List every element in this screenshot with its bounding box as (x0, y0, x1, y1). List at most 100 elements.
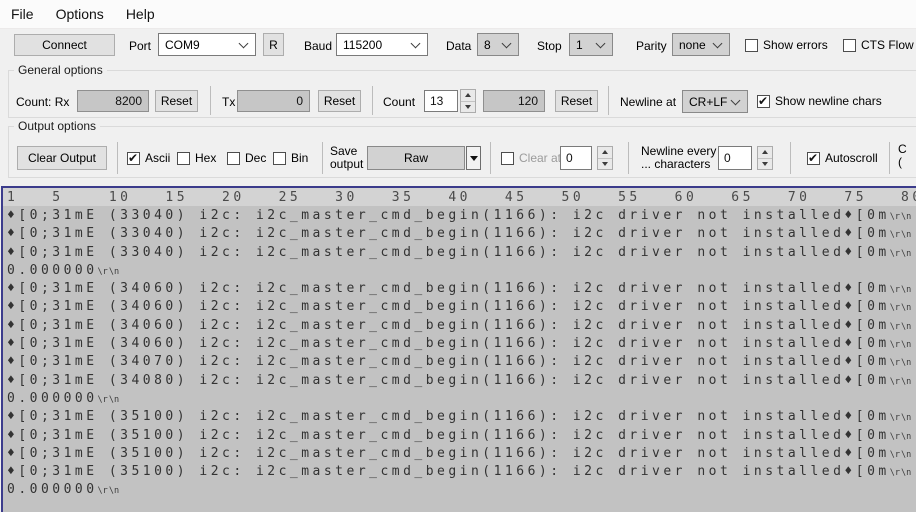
terminal-line: ♦[0;31mE (35100) i2c: i2c_master_cmd_beg… (7, 408, 916, 426)
tx-count-field: 0 (237, 90, 310, 112)
save-output-select[interactable]: Raw (367, 146, 465, 170)
data-bits-value: 8 (484, 38, 491, 52)
control-char-glyph: \r (890, 409, 901, 427)
received-data-terminal[interactable]: 1 5 10 15 20 25 30 35 40 45 50 55 60 65 … (1, 186, 916, 512)
separator (322, 142, 323, 174)
chevron-down-icon (596, 38, 606, 48)
control-char-glyph: \n (901, 299, 912, 317)
terminal-line: ♦[0;31mE (33040) i2c: i2c_master_cmd_beg… (7, 244, 916, 262)
separator (889, 142, 890, 174)
tx-reset-button[interactable]: Reset (318, 90, 361, 112)
clear-at-checkbox[interactable]: Clear at (501, 151, 561, 165)
control-char-glyph: \n (901, 354, 912, 372)
terminal-line: 0.000000\r\n (7, 481, 916, 499)
control-char-glyph: \n (901, 373, 912, 391)
checkbox-box (843, 39, 856, 52)
count-reset-button[interactable]: Reset (555, 90, 598, 112)
port-value: COM9 (165, 38, 200, 52)
parity-value: none (679, 38, 706, 52)
menu-help[interactable]: Help (115, 2, 166, 26)
baud-value: 115200 (343, 38, 382, 52)
control-char-glyph: \r (890, 446, 901, 464)
terminal-line: ♦[0;31mE (34060) i2c: i2c_master_cmd_beg… (7, 335, 916, 353)
spin-down-icon[interactable] (598, 159, 612, 170)
separator (117, 142, 118, 174)
show-errors-label: Show errors (763, 38, 828, 52)
control-char-glyph: \n (901, 409, 912, 427)
tx-label: Tx (222, 95, 235, 109)
control-char-glyph: \r (98, 391, 109, 409)
clear-at-spinner[interactable] (597, 146, 613, 170)
terminal-line: ♦[0;31mE (34070) i2c: i2c_master_cmd_beg… (7, 353, 916, 371)
autoscroll-checkbox[interactable]: Autoscroll (807, 151, 878, 165)
control-char-glyph: \n (901, 208, 912, 226)
data-bits-select[interactable]: 8 (477, 33, 519, 56)
control-char-glyph: \r (890, 428, 901, 446)
clear-at-input[interactable]: 0 (560, 146, 592, 170)
control-char-glyph: \n (901, 464, 912, 482)
control-char-glyph: \r (890, 336, 901, 354)
baud-label: Baud (304, 39, 332, 53)
show-newline-chars-label: Show newline chars (775, 94, 882, 108)
control-char-glyph: \r (98, 482, 109, 500)
separator (608, 86, 609, 115)
spin-up-icon[interactable] (758, 147, 772, 159)
general-options-title: General options (14, 63, 107, 77)
rx-count-field: 8200 (77, 90, 149, 112)
port-label: Port (129, 39, 151, 53)
control-char-glyph: \n (901, 281, 912, 299)
terminal-line: ♦[0;31mE (35100) i2c: i2c_master_cmd_beg… (7, 463, 916, 481)
bin-label: Bin (291, 151, 308, 165)
menu-options[interactable]: Options (45, 2, 115, 26)
newline-at-select[interactable]: CR+LF (682, 90, 748, 113)
ascii-checkbox[interactable]: Ascii (127, 151, 170, 165)
checkbox-box (745, 39, 758, 52)
checkbox-box (807, 152, 820, 165)
stop-bits-select[interactable]: 1 (569, 33, 613, 56)
bin-checkbox[interactable]: Bin (273, 151, 308, 165)
terminal-line: ♦[0;31mE (35100) i2c: i2c_master_cmd_beg… (7, 427, 916, 445)
menu-file[interactable]: File (0, 2, 45, 26)
output-options-title: Output options (14, 119, 100, 133)
control-char-glyph: \n (901, 446, 912, 464)
hex-label: Hex (195, 151, 216, 165)
save-output-label-line1: Save (330, 144, 357, 158)
terminal-lines: ♦[0;31mE (33040) i2c: i2c_master_cmd_beg… (3, 206, 916, 500)
dec-label: Dec (245, 151, 266, 165)
save-output-dropdown-button[interactable] (466, 146, 481, 170)
control-char-glyph: \n (901, 226, 912, 244)
clear-output-button[interactable]: Clear Output (17, 146, 107, 170)
baud-select[interactable]: 115200 (336, 33, 428, 56)
hex-checkbox[interactable]: Hex (177, 151, 216, 165)
spin-up-icon[interactable] (598, 147, 612, 159)
control-char-glyph: \r (890, 373, 901, 391)
spin-down-icon[interactable] (461, 102, 475, 113)
terminal-line: 0.000000\r\n (7, 390, 916, 408)
parity-select[interactable]: none (672, 33, 730, 56)
count-spinner[interactable] (460, 89, 476, 113)
spin-down-icon[interactable] (758, 159, 772, 170)
chevron-down-icon (713, 38, 723, 48)
control-char-glyph: \r (890, 226, 901, 244)
control-char-glyph: \r (890, 464, 901, 482)
rescan-ports-button[interactable]: R (263, 33, 284, 56)
show-newline-chars-checkbox[interactable]: Show newline chars (757, 94, 882, 108)
control-char-glyph: \n (901, 245, 912, 263)
newline-at-label: Newline at (620, 95, 676, 109)
newline-every-input[interactable]: 0 (718, 146, 752, 170)
ascii-label: Ascii (145, 151, 170, 165)
spin-up-icon[interactable] (461, 90, 475, 102)
control-char-glyph: \r (890, 281, 901, 299)
clipped-control[interactable]: C ( (898, 143, 907, 169)
dec-checkbox[interactable]: Dec (227, 151, 266, 165)
show-errors-checkbox[interactable]: Show errors (745, 38, 828, 52)
count-input[interactable]: 13 (424, 90, 458, 112)
rx-reset-button[interactable]: Reset (155, 90, 198, 112)
control-char-glyph: \r (98, 263, 109, 281)
newline-every-spinner[interactable] (757, 146, 773, 170)
cts-flow-checkbox[interactable]: CTS Flow (843, 38, 914, 52)
port-select[interactable]: COM9 (158, 33, 256, 56)
clipped-control-line1: C (898, 142, 907, 156)
connect-button[interactable]: Connect (14, 34, 115, 56)
column-ruler: 1 5 10 15 20 25 30 35 40 45 50 55 60 65 … (3, 188, 916, 206)
